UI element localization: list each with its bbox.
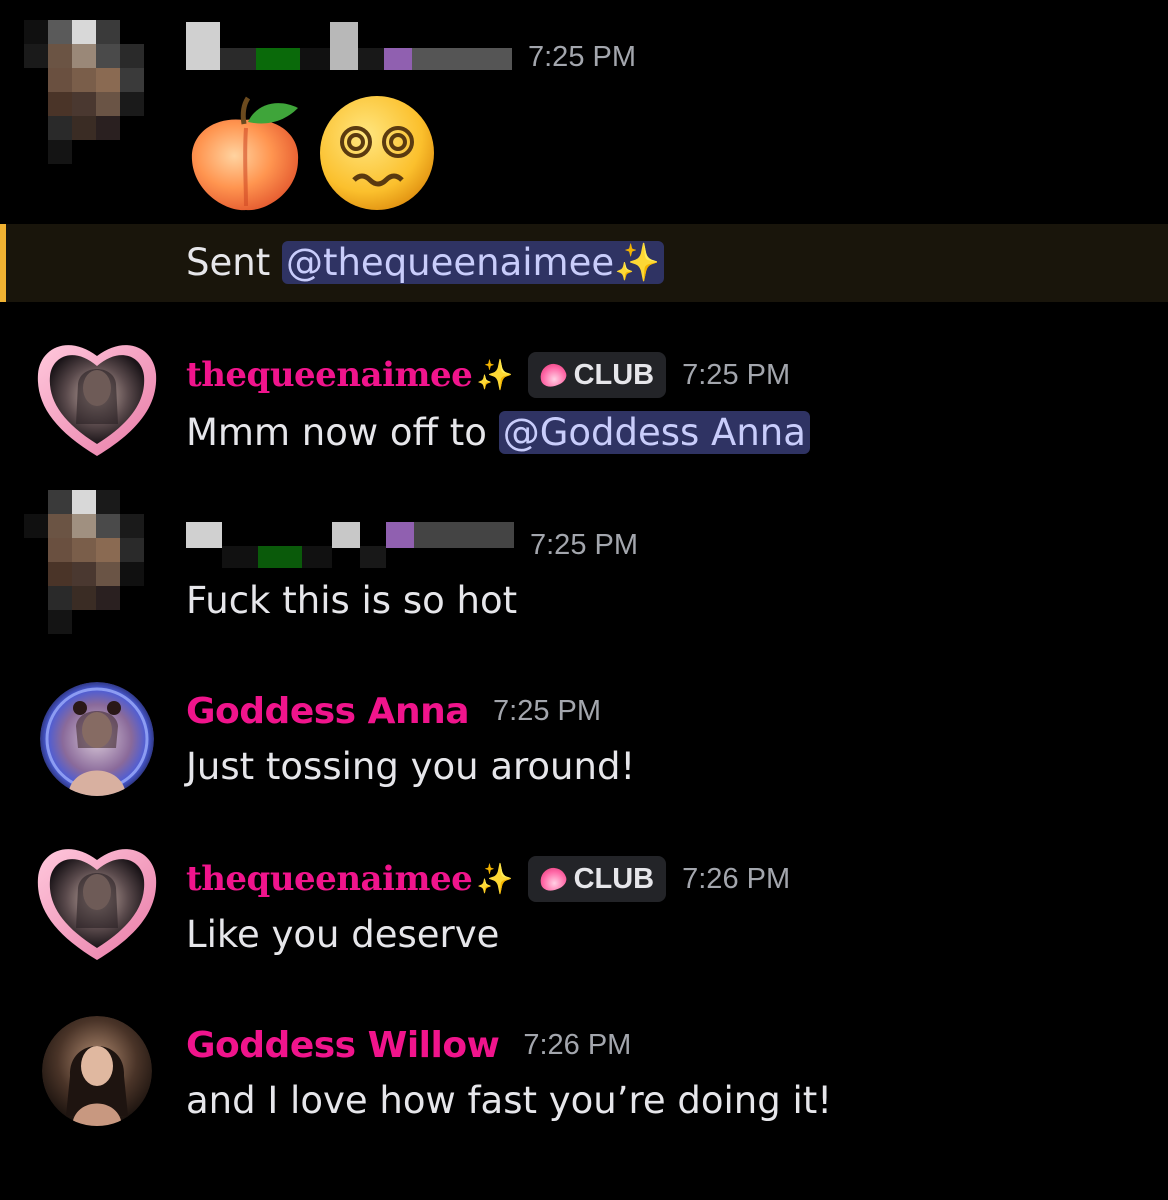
- badge-label: CLUB: [573, 862, 655, 895]
- timestamp: 7:25 PM: [493, 694, 602, 727]
- avatar[interactable]: [40, 682, 154, 796]
- username[interactable]: Goddess Willow: [186, 1025, 500, 1066]
- avatar[interactable]: [24, 20, 144, 164]
- dizzy-face-emoji: [318, 94, 436, 212]
- message-header: thequeenaimee ✨ CLUB 7:25 PM: [186, 350, 790, 400]
- timestamp: 7:26 PM: [682, 862, 791, 895]
- sparkles-icon: ✨: [476, 357, 514, 393]
- club-badge[interactable]: CLUB: [527, 352, 667, 398]
- peach-emoji: [186, 94, 304, 212]
- sparkles-icon: ✨: [476, 861, 514, 897]
- timestamp: 7:26 PM: [523, 1028, 632, 1061]
- message-text: Fuck this is so hot: [186, 579, 518, 622]
- username[interactable]: Goddess Anna: [186, 691, 470, 732]
- message-text: Mmm now off to @Goddess Anna: [186, 410, 810, 456]
- message-header: Goddess Willow 7:26 PM: [186, 1020, 631, 1070]
- message-header: 7:25 PM: [186, 520, 638, 570]
- emoji-row: [186, 94, 436, 212]
- username[interactable]: thequeenaimee: [186, 355, 473, 395]
- badge-label: CLUB: [573, 358, 655, 391]
- timestamp: 7:25 PM: [528, 40, 636, 73]
- avatar[interactable]: [24, 490, 144, 634]
- chat-message-list: 7:25 PM Sent @thequeenaimee✨ thequeenaim…: [0, 0, 1168, 1200]
- message-text: Sent @thequeenaimee✨: [186, 240, 665, 286]
- message-header: thequeenaimee ✨ CLUB 7:26 PM: [186, 854, 790, 904]
- message-text: and I love how fast you’re doing it!: [186, 1079, 833, 1122]
- avatar[interactable]: [34, 334, 160, 460]
- username[interactable]: thequeenaimee: [186, 859, 473, 899]
- message-text-prefix: Mmm now off to: [186, 411, 499, 454]
- flame-icon: [536, 864, 569, 894]
- message-text: Like you deserve: [186, 913, 500, 956]
- username-censored[interactable]: [186, 520, 514, 570]
- message-text-prefix: Sent: [186, 241, 282, 284]
- avatar[interactable]: [42, 1016, 152, 1126]
- user-mention[interactable]: @Goddess Anna: [498, 411, 810, 454]
- message-header: Goddess Anna 7:25 PM: [186, 686, 601, 736]
- message-header: 7:25 PM: [186, 22, 636, 82]
- message-text: Just tossing you around!: [186, 745, 636, 788]
- avatar[interactable]: [34, 838, 160, 964]
- timestamp: 7:25 PM: [682, 358, 791, 391]
- user-mention[interactable]: @thequeenaimee✨: [281, 241, 665, 284]
- flame-icon: [536, 360, 569, 390]
- timestamp: 7:25 PM: [530, 528, 638, 561]
- username-censored[interactable]: [186, 22, 512, 82]
- club-badge[interactable]: CLUB: [527, 856, 667, 902]
